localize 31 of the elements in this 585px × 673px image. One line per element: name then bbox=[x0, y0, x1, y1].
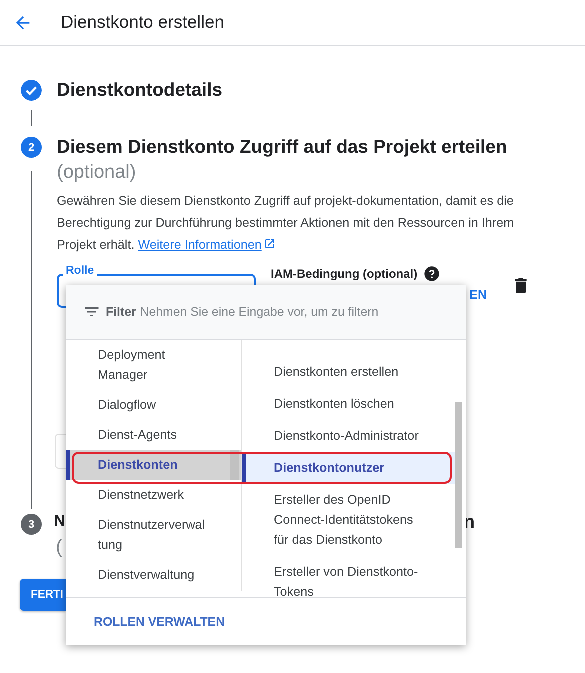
role-item[interactable]: Dienstkonto-Administrator bbox=[242, 420, 424, 452]
service-item[interactable]: Dialogflow bbox=[66, 390, 241, 420]
step-subtitle: ( bbox=[56, 536, 62, 560]
manage-roles-button[interactable]: ROLLEN VERWALTEN bbox=[94, 610, 226, 632]
filter-field[interactable]: Filter Nehmen Sie eine Eingabe vor, um zu filtern bbox=[106, 305, 379, 319]
step-description: Gewähren Sie diesem Dienstkonto Zugriff auf projekt-dokumentation, damit es die Berechtigung zur Durchführung bestimmter Aktionen mit den Ressourcen in Ihrem Projekt erhält. Weitere Informationen bbox=[57, 193, 516, 254]
step-subtitle: (optional) bbox=[57, 161, 138, 185]
role-item[interactable]: Dienstkonten löschen bbox=[242, 388, 424, 420]
external-link-icon[interactable] bbox=[264, 238, 276, 250]
learn-more-link[interactable]: Weitere Informationen bbox=[138, 238, 276, 252]
condition-button[interactable]: EN bbox=[470, 288, 487, 302]
scrollbar bbox=[230, 450, 239, 480]
role-item[interactable]: Ersteller des OpenID Connect-Identitätstokens für das Dienstkonto bbox=[242, 484, 424, 556]
check-circle-icon bbox=[21, 80, 42, 100]
done-button[interactable]: FERTI bbox=[20, 579, 66, 611]
step-title: N bbox=[54, 512, 66, 532]
service-item[interactable]: Dienstverwaltung bbox=[66, 560, 241, 590]
step-title: Diesem Dienstkonto Zugriff auf das Projekt erteilen bbox=[57, 135, 508, 159]
role-item[interactable]: Ersteller von Dienstkonto-Tokens bbox=[242, 556, 424, 597]
help-icon[interactable] bbox=[424, 266, 440, 282]
role-item[interactable]: Dienstkonten erstellen bbox=[242, 356, 424, 388]
page-title: Dienstkonto erstellen bbox=[61, 12, 224, 33]
field-label: Rolle bbox=[63, 265, 98, 277]
step-number: 3 bbox=[21, 514, 42, 535]
service-item[interactable]: Dienst-Agents bbox=[66, 420, 241, 450]
step-number: 2 bbox=[21, 137, 42, 158]
service-item[interactable]: Deployment Manager bbox=[66, 340, 241, 390]
service-item[interactable]: Dienstnetzwerk bbox=[66, 480, 241, 510]
service-item[interactable]: Dienstnutzerverwaltung bbox=[66, 510, 241, 560]
condition-label: IAM-Bedingung (optional) bbox=[271, 267, 418, 281]
step-title: Dienstkontodetails bbox=[57, 78, 222, 102]
